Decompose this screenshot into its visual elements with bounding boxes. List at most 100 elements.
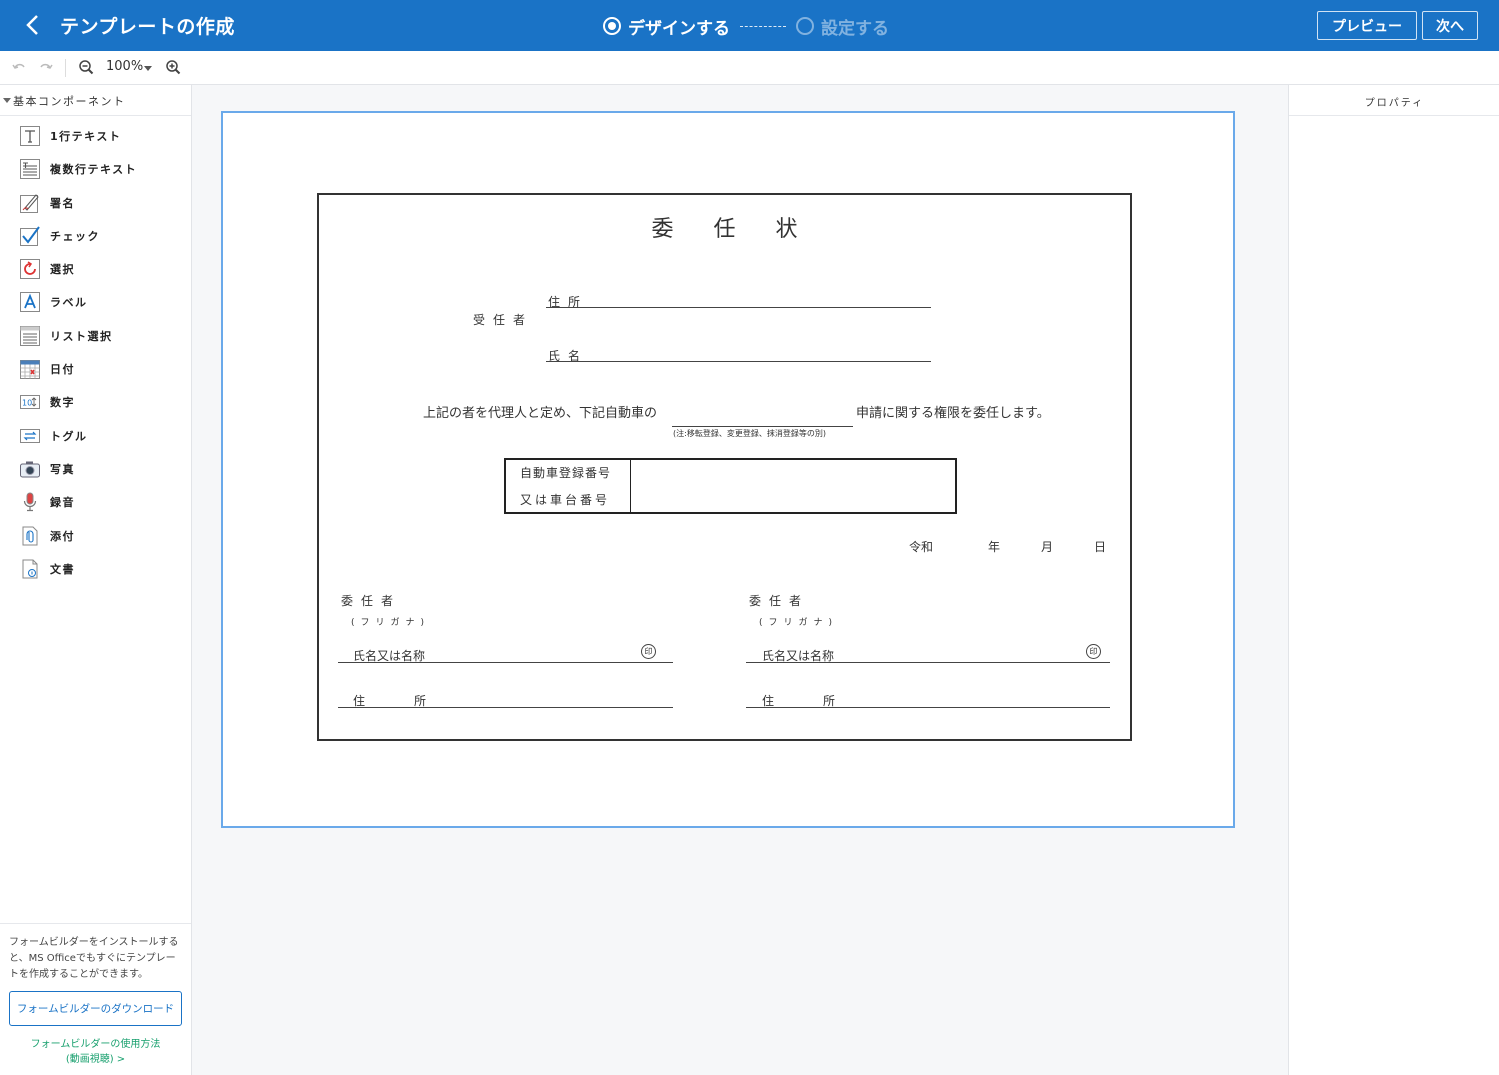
- component-select[interactable]: 選択: [0, 255, 191, 283]
- component-label-item[interactable]: ラベル: [0, 288, 191, 316]
- principal-name-line-left: [338, 662, 673, 663]
- component-check[interactable]: チェック: [0, 222, 191, 250]
- component-multiline-text[interactable]: 複数行テキスト: [0, 155, 191, 183]
- principal-name-line-right: [746, 662, 1110, 663]
- chevron-down-icon[interactable]: [144, 66, 152, 71]
- component-photo[interactable]: 写真: [0, 455, 191, 483]
- component-toggle[interactable]: トグル: [0, 422, 191, 450]
- component-date[interactable]: 日付: [0, 355, 191, 383]
- component-label: 1行テキスト: [50, 130, 122, 143]
- template-canvas[interactable]: 委任状 受任者 住所 氏名 上記の者を代理人と定め、下記自動車の 申請に関する権…: [221, 111, 1235, 828]
- download-formbuilder-button[interactable]: フォームビルダーのダウンロード: [9, 991, 182, 1026]
- caret-down-icon: [3, 98, 11, 103]
- attachment-icon: [22, 526, 38, 546]
- seal-mark-right: 印: [1086, 644, 1101, 659]
- component-attachment[interactable]: 添付: [0, 522, 191, 550]
- camera-icon: [20, 461, 40, 478]
- section-header[interactable]: 基本コンポーネント: [0, 85, 191, 116]
- component-label: 数字: [50, 396, 75, 409]
- day-label: 日: [1094, 540, 1107, 554]
- agent-label: 受任者: [473, 313, 534, 327]
- component-list-select[interactable]: リスト選択: [0, 322, 191, 350]
- signature-icon: [20, 194, 39, 213]
- seal-mark-left: 印: [641, 644, 656, 659]
- svg-text:10: 10: [22, 399, 32, 408]
- component-label: 署名: [50, 197, 75, 210]
- step-design-label: デザインする: [628, 18, 730, 39]
- power-of-attorney-form: 委任状 受任者 住所 氏名 上記の者を代理人と定め、下記自動車の 申請に関する権…: [317, 193, 1132, 741]
- year-label: 年: [988, 540, 1001, 554]
- howto-link-line1: フォームビルダーの使用方法: [30, 1039, 161, 1050]
- vehicle-number-box: 自動車登録番号 又は車台番号: [504, 458, 957, 514]
- howto-link-line2: (動画視聴) >: [65, 1054, 126, 1065]
- list-icon: [20, 326, 40, 346]
- application-type-note: (注:移転登録、変更登録、抹消登録等の別): [673, 429, 826, 438]
- step-settings-label: 設定する: [821, 18, 889, 39]
- component-label: 選択: [50, 263, 75, 276]
- component-label: リスト選択: [50, 330, 113, 343]
- step-settings: 設定する: [796, 14, 889, 39]
- zoom-out-icon[interactable]: [78, 59, 94, 75]
- step-active-radio-icon: [603, 17, 621, 35]
- component-label: 複数行テキスト: [50, 163, 138, 176]
- zoom-select[interactable]: 100%: [106, 59, 143, 74]
- delegation-sentence-end: 申請に関する権限を委任します。: [856, 406, 1050, 421]
- furigana-label-right: (フリガナ): [759, 618, 839, 628]
- step-divider: [740, 25, 786, 27]
- vehicle-reg-label: 自動車登録番号: [520, 466, 612, 480]
- component-recording[interactable]: 録音: [0, 488, 191, 516]
- microphone-icon: [23, 492, 37, 512]
- month-label: 月: [1041, 540, 1054, 554]
- delegation-sentence-start: 上記の者を代理人と定め、下記自動車の: [423, 406, 658, 421]
- chassis-number-label: 又は車台番号: [520, 493, 611, 507]
- toggle-icon: [20, 429, 40, 443]
- step-indicator: デザインする 設定する: [603, 13, 889, 39]
- component-signature[interactable]: 署名: [0, 189, 191, 217]
- number-icon: 10: [20, 395, 40, 409]
- formbuilder-promo: フォームビルダーをインストールすると、MS Officeでもすぐにテンプレートを…: [0, 923, 191, 1065]
- calendar-icon: [20, 360, 40, 379]
- step-design: デザインする: [603, 14, 730, 39]
- component-label: チェック: [50, 230, 100, 243]
- check-icon: [20, 226, 40, 246]
- component-label: トグル: [50, 430, 88, 443]
- principal-label-right: 委任者: [749, 594, 810, 608]
- vehicle-box-divider: [630, 460, 631, 512]
- step-inactive-radio-icon: [796, 17, 814, 35]
- document-icon: [22, 559, 38, 579]
- page-title: テンプレートの作成: [60, 16, 235, 38]
- principal-address-line-right: [746, 707, 1110, 708]
- next-button[interactable]: 次へ: [1422, 11, 1478, 40]
- component-label: 日付: [50, 363, 75, 376]
- multiline-text-icon: [20, 159, 40, 179]
- component-number[interactable]: 10 数字: [0, 388, 191, 416]
- era-label: 令和: [909, 540, 934, 554]
- properties-panel: プロパティ: [1288, 85, 1499, 1075]
- principal-address-line-left: [338, 707, 673, 708]
- select-icon: [20, 259, 40, 279]
- component-label: 録音: [50, 496, 75, 509]
- component-label: 添付: [50, 530, 75, 543]
- component-single-text[interactable]: 1行テキスト: [0, 122, 191, 150]
- back-arrow-icon[interactable]: [20, 12, 46, 38]
- howto-video-link[interactable]: フォームビルダーの使用方法 (動画視聴) >: [0, 1037, 191, 1067]
- app-header: テンプレートの作成 デザインする 設定する プレビュー 次へ: [0, 0, 1499, 51]
- properties-title: プロパティ: [1289, 85, 1499, 116]
- document-title: 委任状: [651, 217, 838, 242]
- principal-label-left: 委任者: [341, 594, 402, 608]
- component-label: 文書: [50, 563, 75, 576]
- undo-icon[interactable]: [11, 59, 27, 75]
- application-type-line: [672, 426, 853, 427]
- section-title: 基本コンポーネント: [13, 95, 126, 108]
- preview-button[interactable]: プレビュー: [1317, 11, 1417, 40]
- component-panel: 基本コンポーネント 1行テキスト 複数行テキスト 署名 チェック 選択 ラベル …: [0, 85, 192, 1075]
- redo-icon[interactable]: [38, 59, 54, 75]
- promo-text: フォームビルダーをインストールすると、MS Officeでもすぐにテンプレートを…: [9, 937, 179, 980]
- agent-address-line: [546, 307, 931, 308]
- component-document[interactable]: 文書: [0, 555, 191, 583]
- toolbar-separator: [65, 59, 66, 77]
- furigana-label-left: (フリガナ): [351, 618, 431, 628]
- toolbar: 100%: [0, 51, 1499, 85]
- zoom-in-icon[interactable]: [165, 59, 181, 75]
- component-label: ラベル: [50, 296, 88, 309]
